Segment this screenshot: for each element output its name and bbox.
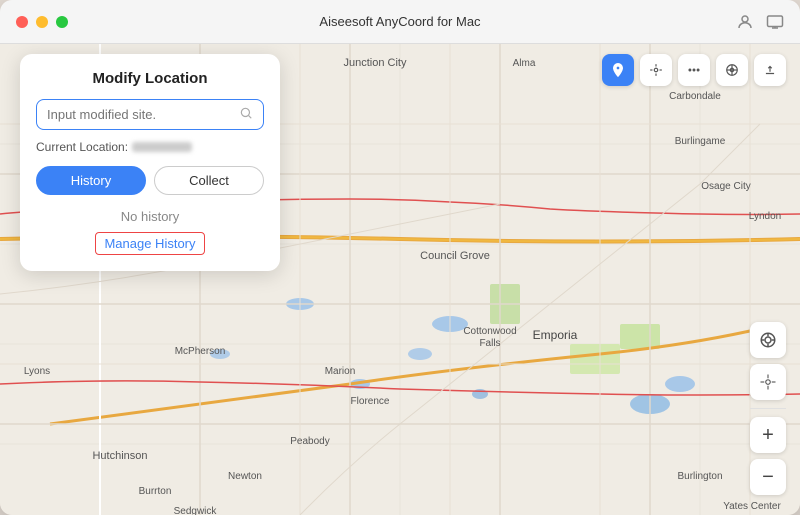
traffic-lights xyxy=(16,16,68,28)
svg-text:Alma: Alma xyxy=(513,58,536,69)
svg-text:McPherson: McPherson xyxy=(175,346,226,357)
gps-center-button[interactable] xyxy=(750,364,786,400)
svg-text:Marion: Marion xyxy=(325,366,356,377)
no-history-text: No history xyxy=(36,209,264,224)
svg-text:Newton: Newton xyxy=(228,471,262,482)
grid-button[interactable] xyxy=(716,54,748,86)
location-pin-button[interactable] xyxy=(602,54,634,86)
svg-text:Burlington: Burlington xyxy=(677,471,722,482)
svg-text:Cottonwood: Cottonwood xyxy=(463,326,516,337)
svg-text:Emporia: Emporia xyxy=(533,328,578,342)
close-button[interactable] xyxy=(16,16,28,28)
dots-button[interactable] xyxy=(678,54,710,86)
svg-text:Carbondale: Carbondale xyxy=(669,91,721,102)
location-target-button[interactable] xyxy=(750,322,786,358)
modify-location-panel: Modify Location Current Location: Histor… xyxy=(20,54,280,271)
svg-text:Peabody: Peabody xyxy=(290,436,329,447)
export-button[interactable] xyxy=(754,54,786,86)
svg-text:Falls: Falls xyxy=(479,338,500,349)
svg-text:Junction City: Junction City xyxy=(344,57,407,69)
manage-history-link[interactable]: Manage History xyxy=(95,232,204,255)
tab-row: History Collect xyxy=(36,166,264,195)
current-location-value xyxy=(132,142,192,152)
app-title: Aiseesoft AnyCoord for Mac xyxy=(319,14,480,29)
search-icon xyxy=(239,106,253,123)
history-tab[interactable]: History xyxy=(36,166,146,195)
svg-text:Florence: Florence xyxy=(351,396,390,407)
current-location: Current Location: xyxy=(36,140,264,154)
map-toolbar xyxy=(602,54,786,86)
svg-text:Burrton: Burrton xyxy=(139,486,172,497)
maximize-button[interactable] xyxy=(56,16,68,28)
zoom-in-button[interactable]: + xyxy=(750,417,786,453)
search-input[interactable] xyxy=(47,107,239,122)
svg-text:Lyndon: Lyndon xyxy=(749,211,781,222)
panel-title: Modify Location xyxy=(36,70,264,87)
crosshair-button[interactable] xyxy=(640,54,672,86)
minimize-button[interactable] xyxy=(36,16,48,28)
map-side-tools: + − xyxy=(750,322,786,495)
screen-icon[interactable] xyxy=(766,13,784,31)
svg-text:Burlingame: Burlingame xyxy=(675,136,726,147)
divider xyxy=(750,408,786,409)
search-box[interactable] xyxy=(36,99,264,130)
titlebar: Aiseesoft AnyCoord for Mac xyxy=(0,0,800,44)
app-window: Aiseesoft AnyCoord for Mac xyxy=(0,0,800,515)
svg-text:Osage City: Osage City xyxy=(701,181,750,192)
svg-text:Council Grove: Council Grove xyxy=(420,250,490,262)
svg-text:Hutchinson: Hutchinson xyxy=(92,450,147,462)
svg-text:Sedgwick: Sedgwick xyxy=(174,506,218,515)
svg-text:Lyons: Lyons xyxy=(24,366,50,377)
svg-text:Yates Center: Yates Center xyxy=(723,501,781,512)
map-container: Junction City Alma Carbondale Burlingame… xyxy=(0,44,800,515)
zoom-out-button[interactable]: − xyxy=(750,459,786,495)
titlebar-icons xyxy=(736,13,784,31)
user-icon[interactable] xyxy=(736,13,754,31)
collect-tab[interactable]: Collect xyxy=(154,166,264,195)
